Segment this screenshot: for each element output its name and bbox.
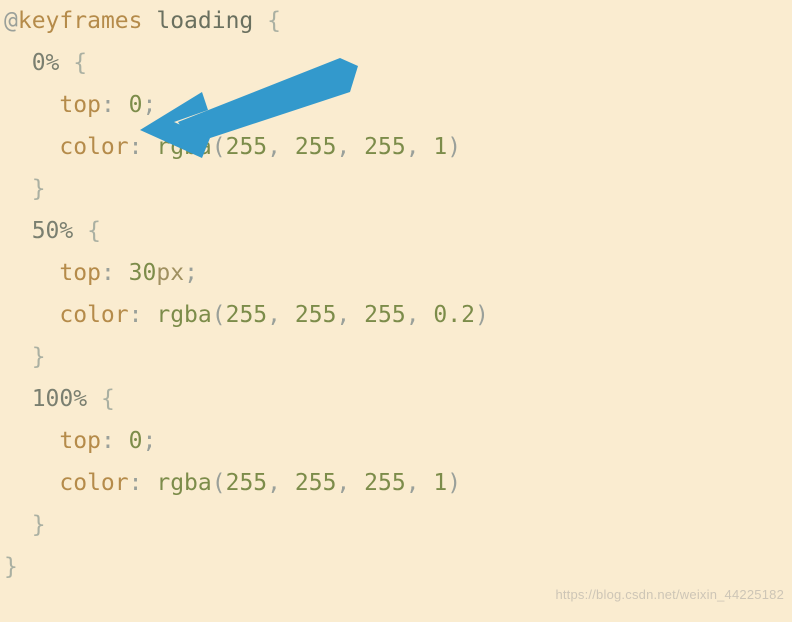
colon: : xyxy=(129,470,143,496)
comma: , xyxy=(336,470,350,496)
rgba-arg: 255 xyxy=(226,302,268,328)
colon: : xyxy=(101,260,115,286)
rgba-arg: 255 xyxy=(364,302,406,328)
comma: , xyxy=(406,302,420,328)
colon: : xyxy=(129,302,143,328)
prop-top: top xyxy=(59,92,101,118)
close-paren: ) xyxy=(447,134,461,160)
rgba-arg: 255 xyxy=(295,302,337,328)
comma: , xyxy=(267,134,281,160)
close-brace: } xyxy=(32,512,46,538)
colon: : xyxy=(101,428,115,454)
rgba-func: rgba xyxy=(156,302,211,328)
open-brace: { xyxy=(267,8,281,34)
frame-50-selector: 50% xyxy=(32,218,74,244)
comma: , xyxy=(336,134,350,160)
open-paren: ( xyxy=(212,470,226,496)
rgba-arg: 0.2 xyxy=(433,302,475,328)
close-paren: ) xyxy=(447,470,461,496)
semicolon: ; xyxy=(143,428,157,454)
semicolon: ; xyxy=(184,260,198,286)
rgba-arg: 255 xyxy=(295,134,337,160)
value-zero: 0 xyxy=(129,92,143,118)
rgba-arg: 1 xyxy=(433,470,447,496)
prop-top: top xyxy=(59,428,101,454)
prop-color: color xyxy=(59,134,128,160)
comma: , xyxy=(336,302,350,328)
prop-color: color xyxy=(59,470,128,496)
open-paren: ( xyxy=(212,134,226,160)
frame-0-selector: 0% xyxy=(32,50,60,76)
animation-name: loading xyxy=(156,8,253,34)
open-brace: { xyxy=(87,218,101,244)
open-brace: { xyxy=(101,386,115,412)
prop-color: color xyxy=(59,302,128,328)
semicolon: ; xyxy=(143,92,157,118)
rgba-arg: 255 xyxy=(226,470,268,496)
close-paren: ) xyxy=(475,302,489,328)
open-paren: ( xyxy=(212,302,226,328)
rgba-arg: 255 xyxy=(226,134,268,160)
at-sign: @ xyxy=(4,8,18,34)
comma: , xyxy=(406,134,420,160)
prop-top: top xyxy=(59,260,101,286)
comma: , xyxy=(267,302,281,328)
watermark-text: https://blog.csdn.net/weixin_44225182 xyxy=(555,574,784,616)
rgba-arg: 255 xyxy=(295,470,337,496)
code-block: @keyframes loading { 0% { top: 0; color:… xyxy=(0,0,792,588)
rgba-arg: 255 xyxy=(364,134,406,160)
rgba-func: rgba xyxy=(156,134,211,160)
keyframes-keyword: keyframes xyxy=(18,8,143,34)
open-brace: { xyxy=(73,50,87,76)
rgba-arg: 1 xyxy=(433,134,447,160)
close-brace: } xyxy=(4,554,18,580)
close-brace: } xyxy=(32,344,46,370)
value-thirty: 30 xyxy=(129,260,157,286)
colon: : xyxy=(101,92,115,118)
rgba-func: rgba xyxy=(156,470,211,496)
colon: : xyxy=(129,134,143,160)
unit-px: px xyxy=(156,260,184,286)
comma: , xyxy=(267,470,281,496)
close-brace: } xyxy=(32,176,46,202)
rgba-arg: 255 xyxy=(364,470,406,496)
comma: , xyxy=(406,470,420,496)
frame-100-selector: 100% xyxy=(32,386,87,412)
value-zero: 0 xyxy=(129,428,143,454)
